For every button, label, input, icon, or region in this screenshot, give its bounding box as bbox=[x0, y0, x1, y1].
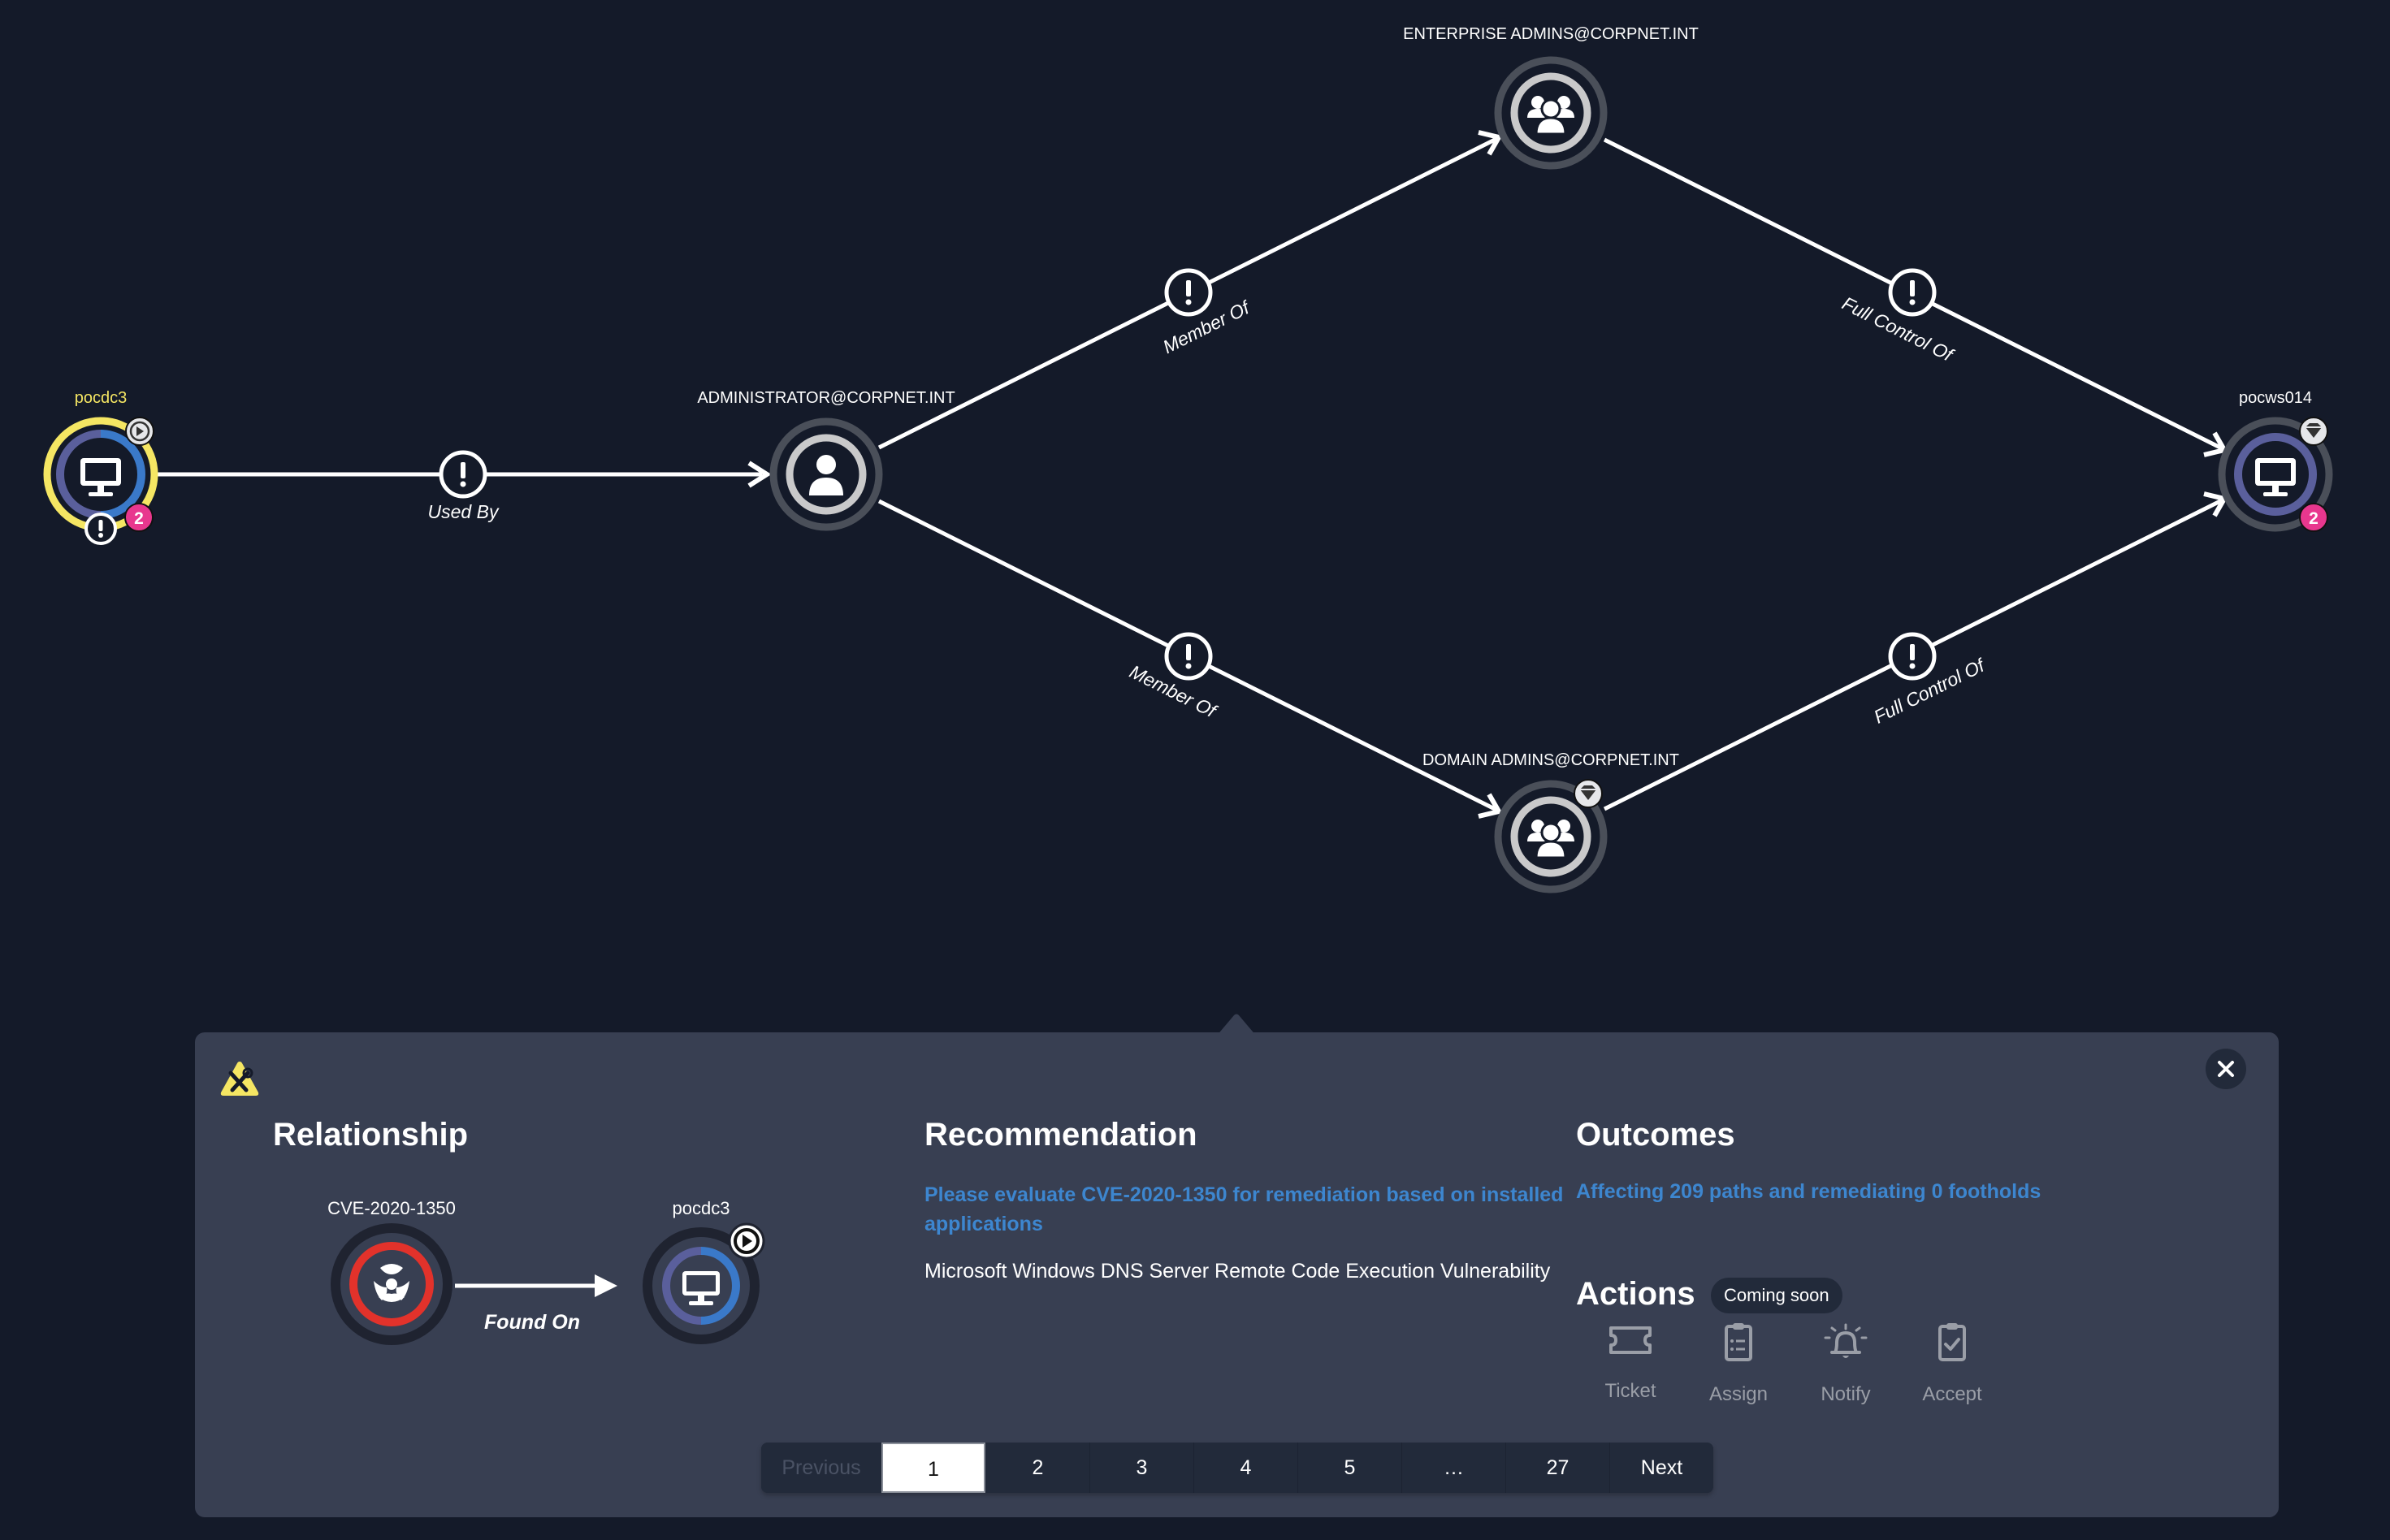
actions-title: Actions bbox=[1576, 1276, 1695, 1312]
vulnerability-description: Microsoft Windows DNS Server Remote Code… bbox=[924, 1260, 1551, 1283]
edge-label: Used By bbox=[428, 501, 500, 522]
bell-icon bbox=[1824, 1323, 1868, 1358]
arrowhead-icon bbox=[595, 1274, 617, 1297]
outcomes-title: Outcomes bbox=[1576, 1117, 1735, 1153]
close-icon bbox=[2218, 1061, 2234, 1077]
edge-member-of-enterprise[interactable]: Member Of bbox=[877, 130, 1503, 450]
node-label: DOMAIN ADMINS@CORPNET.INT bbox=[1422, 751, 1679, 769]
vulnerability-label: CVE-2020-1350 bbox=[327, 1198, 456, 1218]
edge-full-control-domain[interactable]: Full Control Of bbox=[1603, 491, 2228, 811]
count-badge: 2 bbox=[2299, 503, 2328, 532]
action-label: Assign bbox=[1708, 1383, 1769, 1405]
recommendation-title: Recommendation bbox=[924, 1117, 1197, 1153]
action-label: Accept bbox=[1922, 1383, 1982, 1405]
play-icon[interactable] bbox=[125, 417, 154, 446]
node-label: pocdc3 bbox=[75, 389, 128, 407]
crown-jewel-icon[interactable] bbox=[1574, 779, 1603, 808]
recommendation-link[interactable]: Please evaluate CVE-2020-1350 for remedi… bbox=[924, 1180, 1566, 1239]
page-button[interactable]: 1 bbox=[881, 1443, 985, 1493]
play-icon[interactable] bbox=[728, 1222, 765, 1260]
svg-text:2: 2 bbox=[2309, 509, 2319, 528]
node-domain-admins[interactable]: DOMAIN ADMINS@CORPNET.INT bbox=[1422, 751, 1679, 893]
details-panel: Relationship CVE-2020-1350 Found On pocd… bbox=[195, 1032, 2279, 1517]
action-label: Notify bbox=[1821, 1383, 1871, 1405]
page-button[interactable]: 2 bbox=[985, 1443, 1089, 1493]
action-ticket[interactable]: Ticket bbox=[1582, 1322, 1679, 1403]
crown-jewel-icon[interactable] bbox=[2299, 417, 2328, 446]
action-assign[interactable]: Assign bbox=[1690, 1322, 1787, 1406]
next-page-button[interactable]: Next bbox=[1609, 1443, 1713, 1493]
edge-label: Found On bbox=[484, 1311, 580, 1334]
action-label: Ticket bbox=[1604, 1380, 1656, 1402]
relationship-title: Relationship bbox=[273, 1117, 469, 1153]
edge-member-of-domain[interactable]: Member Of bbox=[877, 499, 1503, 819]
node-label: ADMINISTRATOR@CORPNET.INT bbox=[697, 389, 955, 407]
remediation-warning-icon bbox=[220, 1062, 259, 1096]
close-button[interactable] bbox=[2206, 1049, 2246, 1089]
page-button[interactable]: 4 bbox=[1193, 1443, 1297, 1493]
action-notify[interactable]: Notify bbox=[1797, 1322, 1894, 1406]
alert-icon[interactable] bbox=[84, 513, 117, 545]
edge-used-by[interactable]: Used By bbox=[158, 450, 772, 522]
relationship-diagram: CVE-2020-1350 Found On pocdc3 bbox=[327, 1198, 765, 1345]
target-label: pocdc3 bbox=[673, 1198, 730, 1218]
ticket-icon bbox=[1609, 1326, 1652, 1354]
node-enterprise-admins[interactable]: ENTERPRISE ADMINS@CORPNET.INT bbox=[1403, 25, 1699, 170]
outcomes-summary-link[interactable]: Affecting 209 paths and remediating 0 fo… bbox=[1576, 1180, 2041, 1204]
vulnerability-node[interactable] bbox=[331, 1223, 452, 1345]
pagination: Previous 1 2 3 4 5 … 27 Next bbox=[761, 1443, 1713, 1493]
page-button[interactable]: 5 bbox=[1297, 1443, 1401, 1493]
previous-page-button[interactable]: Previous bbox=[761, 1443, 881, 1493]
node-label: pocws014 bbox=[2239, 389, 2312, 407]
page-button[interactable]: 3 bbox=[1089, 1443, 1193, 1493]
count-badge: 2 bbox=[124, 503, 154, 532]
page-button[interactable]: 27 bbox=[1505, 1443, 1609, 1493]
action-accept[interactable]: Accept bbox=[1903, 1322, 2001, 1406]
node-pocws014[interactable]: pocws014 2 bbox=[2218, 389, 2333, 532]
svg-text:2: 2 bbox=[134, 509, 144, 528]
page-ellipsis[interactable]: … bbox=[1401, 1443, 1505, 1493]
node-administrator[interactable]: ADMINISTRATOR@CORPNET.INT bbox=[697, 389, 955, 531]
computer-node[interactable] bbox=[643, 1222, 765, 1344]
coming-soon-badge: Coming soon bbox=[1711, 1278, 1842, 1313]
node-pocdc3[interactable]: pocdc3 2 bbox=[43, 389, 158, 545]
clipboard-list-icon bbox=[1725, 1323, 1752, 1361]
node-label: ENTERPRISE ADMINS@CORPNET.INT bbox=[1403, 25, 1699, 43]
clipboard-check-icon bbox=[1938, 1323, 1966, 1361]
edge-full-control-enterprise[interactable]: Full Control Of bbox=[1603, 137, 2228, 457]
